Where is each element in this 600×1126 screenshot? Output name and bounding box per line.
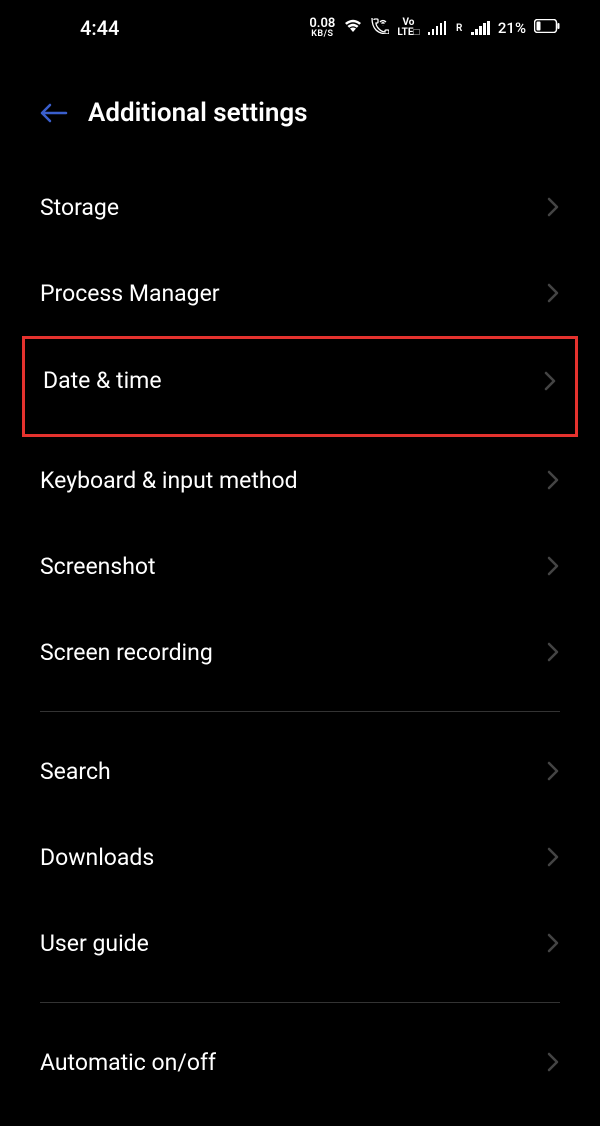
row-screen-recording[interactable]: Screen recording: [0, 609, 600, 695]
status-bar: 4:44 0.08 KB/S Vo LTE□ R 21%: [0, 0, 600, 56]
row-label: Storage: [40, 194, 119, 221]
page-title: Additional settings: [88, 98, 308, 128]
row-downloads[interactable]: Downloads: [0, 814, 600, 900]
row-user-guide[interactable]: User guide: [0, 900, 600, 986]
status-time: 4:44: [80, 16, 119, 40]
row-search[interactable]: Search: [0, 728, 600, 814]
chevron-right-icon: [546, 641, 560, 663]
network-speed: 0.08 KB/S: [309, 17, 335, 39]
row-label: Screenshot: [40, 553, 156, 580]
battery-icon: [534, 19, 560, 37]
chevron-right-icon: [546, 760, 560, 782]
row-storage[interactable]: Storage: [0, 164, 600, 250]
chevron-right-icon: [546, 469, 560, 491]
wifi-icon: [343, 18, 363, 38]
row-label: Search: [40, 758, 111, 785]
chevron-right-icon: [546, 282, 560, 304]
battery-percent: 21%: [498, 19, 526, 37]
wifi-calling-icon: [371, 18, 389, 38]
settings-list: Storage Process Manager Date & time Keyb…: [0, 164, 600, 1105]
roaming-label: R: [456, 23, 462, 34]
chevron-right-icon: [546, 846, 560, 868]
header: Additional settings: [0, 56, 600, 164]
row-date-time[interactable]: Date & time: [25, 339, 575, 434]
row-label: User guide: [40, 930, 149, 957]
row-screenshot[interactable]: Screenshot: [0, 523, 600, 609]
volte-icon: Vo LTE□: [397, 18, 419, 38]
row-label: Process Manager: [40, 280, 220, 307]
chevron-right-icon: [546, 196, 560, 218]
chevron-right-icon: [546, 1051, 560, 1073]
chevron-right-icon: [546, 932, 560, 954]
row-label: Downloads: [40, 844, 154, 871]
chevron-right-icon: [546, 555, 560, 577]
row-automatic-on-off[interactable]: Automatic on/off: [0, 1019, 600, 1105]
status-indicators: 0.08 KB/S Vo LTE□ R 21%: [309, 17, 560, 39]
row-label: Keyboard & input method: [40, 467, 298, 494]
row-label: Automatic on/off: [40, 1049, 216, 1076]
row-label: Screen recording: [40, 639, 213, 666]
divider: [40, 711, 560, 712]
signal-1-icon: [428, 21, 447, 35]
row-keyboard[interactable]: Keyboard & input method: [0, 437, 600, 523]
chevron-right-icon: [543, 370, 557, 392]
row-process-manager[interactable]: Process Manager: [0, 250, 600, 336]
row-label: Date & time: [43, 367, 162, 394]
signal-2-icon: [471, 21, 490, 35]
divider: [40, 1002, 560, 1003]
back-icon[interactable]: [40, 103, 68, 123]
highlight-date-time: Date & time: [22, 336, 578, 437]
